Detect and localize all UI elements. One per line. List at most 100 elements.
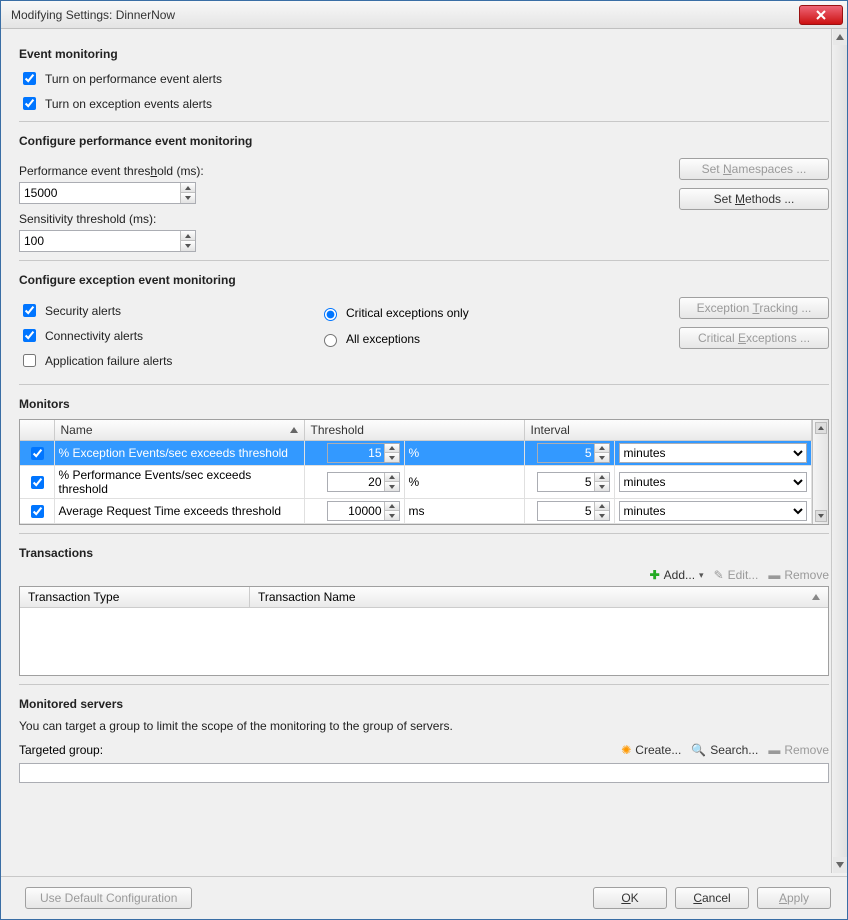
spin-down-icon[interactable]	[595, 511, 609, 520]
critical-exceptions-label: Critical exceptions only	[346, 306, 469, 320]
use-default-config-button[interactable]: Use Default Configuration	[25, 887, 192, 909]
all-exceptions-radio[interactable]	[324, 334, 337, 347]
perf-threshold-label: Performance event threshold (ms):	[19, 164, 319, 178]
col-transaction-name[interactable]: Transaction Name	[250, 587, 828, 607]
targeted-group-input[interactable]	[19, 763, 829, 783]
set-methods-button[interactable]: Set Methods ...	[679, 188, 829, 210]
threshold-spinner[interactable]	[327, 501, 400, 521]
window-scrollbar[interactable]	[831, 29, 847, 873]
scroll-down-icon[interactable]	[833, 857, 847, 873]
set-namespaces-button[interactable]: Set Namespaces ...	[679, 158, 829, 180]
interval-spinner[interactable]	[537, 501, 610, 521]
perf-threshold-spinner[interactable]	[19, 182, 196, 204]
interval-unit-select[interactable]: minutes	[619, 472, 808, 492]
cancel-button[interactable]: Cancel	[675, 887, 749, 909]
monitors-heading: Monitors	[19, 397, 829, 411]
critical-exceptions-radio[interactable]	[324, 308, 337, 321]
spin-down-icon[interactable]	[181, 241, 195, 251]
threshold-spinner[interactable]	[327, 472, 400, 492]
transactions-edit-label: Edit...	[728, 568, 759, 582]
servers-remove-label: Remove	[784, 743, 829, 757]
appfail-alerts-checkbox[interactable]	[23, 354, 36, 367]
interval-unit-select[interactable]: minutes	[619, 443, 808, 463]
col-check[interactable]	[20, 420, 54, 441]
divider	[19, 260, 829, 261]
threshold-unit: %	[404, 466, 524, 499]
critical-exceptions-radio-row[interactable]: Critical exceptions only	[319, 305, 589, 321]
table-row[interactable]: % Performance Events/sec exceeds thresho…	[20, 466, 812, 499]
transactions-edit-button[interactable]: ✎ Edit...	[714, 568, 759, 582]
pencil-icon: ✎	[714, 568, 724, 582]
sensitivity-input[interactable]	[20, 231, 180, 251]
col-interval[interactable]: Interval	[524, 420, 812, 441]
exc-alerts-checkbox-row[interactable]: Turn on exception events alerts	[19, 94, 829, 113]
spin-up-icon[interactable]	[385, 444, 399, 453]
interval-unit-select[interactable]: minutes	[619, 501, 808, 521]
appfail-alerts-row[interactable]: Application failure alerts	[19, 351, 319, 370]
spinner-buttons[interactable]	[180, 231, 195, 251]
exception-tracking-button[interactable]: Exception Tracking ...	[679, 297, 829, 319]
connectivity-alerts-checkbox[interactable]	[23, 329, 36, 342]
security-alerts-checkbox[interactable]	[23, 304, 36, 317]
spinner-buttons[interactable]	[180, 183, 195, 203]
table-row[interactable]: Average Request Time exceeds thresholdms…	[20, 499, 812, 524]
table-row[interactable]: % Exception Events/sec exceeds threshold…	[20, 441, 812, 466]
grid-scrollbar[interactable]	[812, 420, 828, 524]
spin-down-icon[interactable]	[595, 453, 609, 462]
interval-spinner[interactable]	[537, 472, 610, 492]
apply-button[interactable]: Apply	[757, 887, 831, 909]
scroll-up-icon[interactable]	[815, 422, 827, 434]
perf-alerts-checkbox[interactable]	[23, 72, 36, 85]
spin-down-icon[interactable]	[181, 193, 195, 203]
exc-alerts-checkbox[interactable]	[23, 97, 36, 110]
interval-input[interactable]	[538, 473, 594, 491]
connectivity-alerts-row[interactable]: Connectivity alerts	[19, 326, 319, 345]
row-checkbox[interactable]	[31, 447, 44, 460]
scroll-down-icon[interactable]	[815, 510, 827, 522]
critical-exceptions-button[interactable]: Critical Exceptions ...	[679, 327, 829, 349]
row-name: % Performance Events/sec exceeds thresho…	[54, 466, 304, 499]
close-button[interactable]	[799, 5, 843, 25]
perf-alerts-checkbox-row[interactable]: Turn on performance event alerts	[19, 69, 829, 88]
spin-up-icon[interactable]	[595, 444, 609, 453]
col-transaction-type[interactable]: Transaction Type	[20, 587, 250, 607]
perf-alerts-label: Turn on performance event alerts	[45, 72, 222, 86]
spin-down-icon[interactable]	[385, 453, 399, 462]
spin-up-icon[interactable]	[181, 231, 195, 241]
spin-down-icon[interactable]	[595, 482, 609, 491]
servers-create-button[interactable]: ✺ Create...	[621, 743, 681, 757]
transactions-remove-button[interactable]: ▬ Remove	[768, 568, 829, 582]
servers-search-button[interactable]: 🔍 Search...	[691, 743, 758, 757]
security-alerts-row[interactable]: Security alerts	[19, 301, 319, 320]
perf-threshold-input[interactable]	[20, 183, 180, 203]
threshold-input[interactable]	[328, 444, 384, 462]
targeted-group-label: Targeted group:	[19, 743, 139, 757]
spin-up-icon[interactable]	[181, 183, 195, 193]
spin-up-icon[interactable]	[385, 473, 399, 482]
transactions-add-label: Add...	[664, 568, 695, 582]
spin-up-icon[interactable]	[385, 502, 399, 511]
spin-down-icon[interactable]	[385, 511, 399, 520]
monitors-table: Name Threshold Interval % Exception Even…	[20, 420, 812, 524]
spin-up-icon[interactable]	[595, 502, 609, 511]
interval-input[interactable]	[538, 502, 594, 520]
transactions-toolbar: ✚ Add... ▾ ✎ Edit... ▬ Remove	[19, 568, 829, 582]
col-threshold[interactable]: Threshold	[304, 420, 524, 441]
all-exceptions-radio-row[interactable]: All exceptions	[319, 331, 589, 347]
interval-input[interactable]	[538, 444, 594, 462]
threshold-spinner[interactable]	[327, 443, 400, 463]
ok-button[interactable]: OK	[593, 887, 667, 909]
threshold-input[interactable]	[328, 473, 384, 491]
spin-up-icon[interactable]	[595, 473, 609, 482]
col-name[interactable]: Name	[54, 420, 304, 441]
threshold-input[interactable]	[328, 502, 384, 520]
scroll-up-icon[interactable]	[833, 29, 847, 45]
sensitivity-spinner[interactable]	[19, 230, 196, 252]
row-checkbox[interactable]	[31, 476, 44, 489]
transactions-add-button[interactable]: ✚ Add... ▾	[650, 568, 704, 582]
exc-config-heading: Configure exception event monitoring	[19, 273, 829, 287]
spin-down-icon[interactable]	[385, 482, 399, 491]
servers-remove-button[interactable]: ▬ Remove	[768, 743, 829, 757]
row-checkbox[interactable]	[31, 505, 44, 518]
interval-spinner[interactable]	[537, 443, 610, 463]
